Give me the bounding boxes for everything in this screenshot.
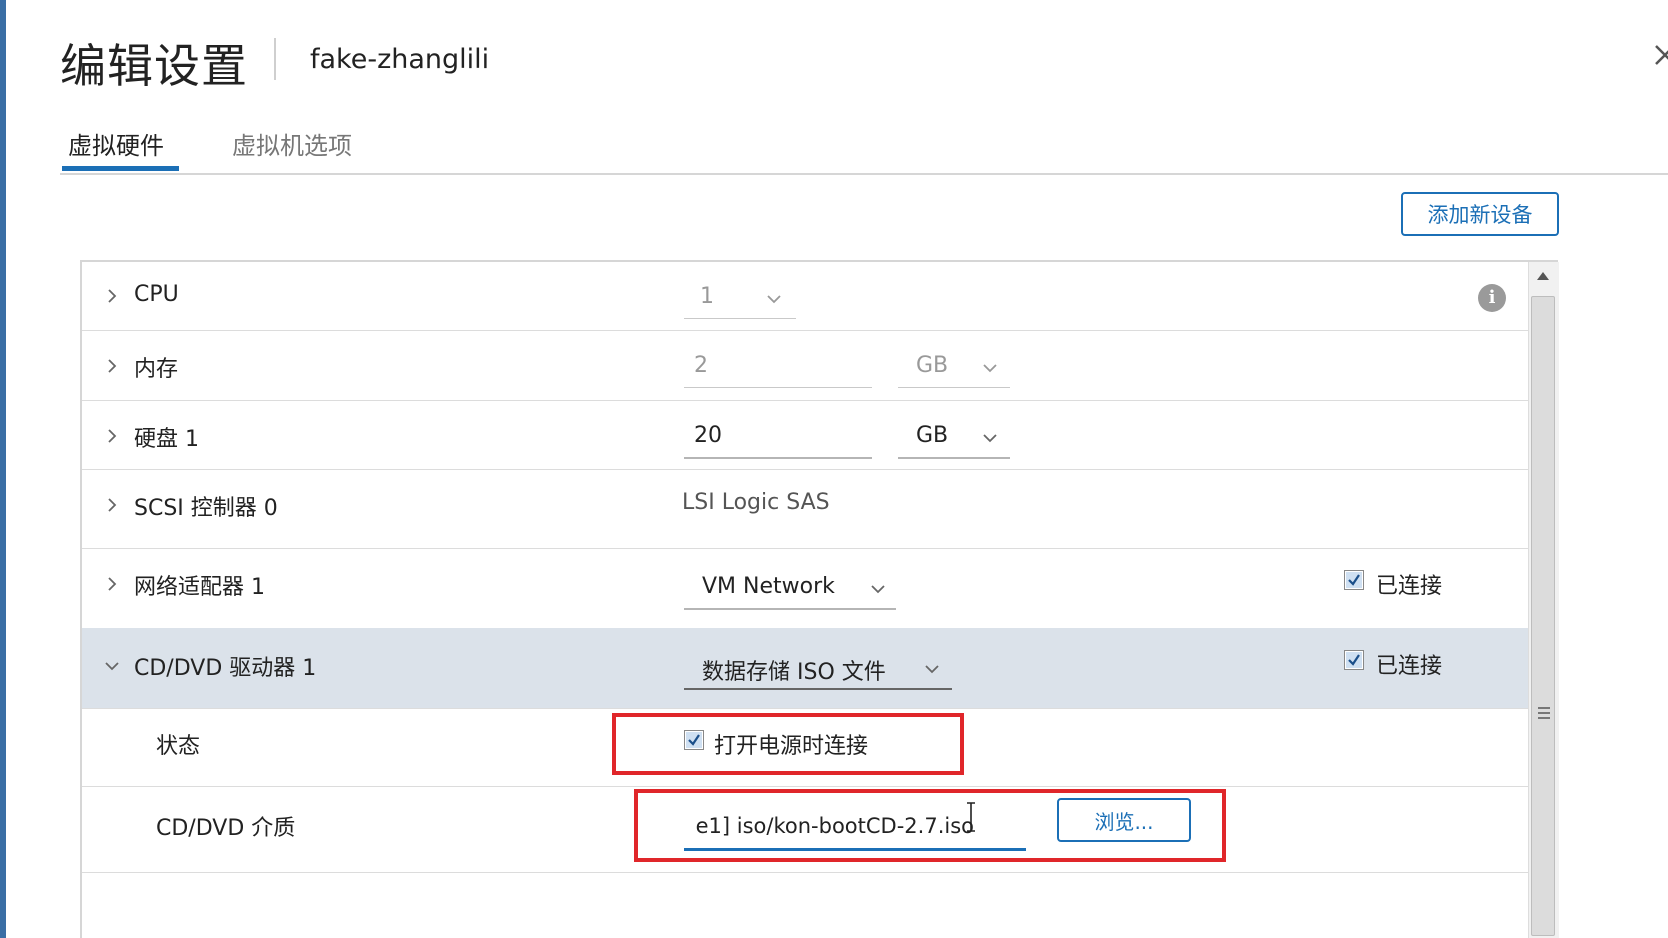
chevron-right-icon[interactable]	[104, 358, 120, 374]
chevron-down-icon	[983, 434, 997, 443]
hardware-row-memory: 内存 2 GB	[82, 330, 1530, 401]
hardware-row-network: 网络适配器 1 VM Network 已连接	[82, 548, 1530, 629]
memory-input[interactable]: 2	[684, 351, 872, 388]
chevron-down-icon	[925, 665, 939, 674]
memory-value: 2	[694, 353, 708, 378]
check-icon	[1346, 652, 1362, 668]
chevron-down-icon	[983, 364, 997, 373]
dialog-title: 编辑设置	[60, 39, 248, 93]
memory-unit: GB	[916, 353, 949, 378]
info-icon[interactable]: i	[1478, 284, 1506, 312]
vm-name: fake-zhanglili	[310, 44, 490, 75]
cddvd-connected-label: 已连接	[1376, 654, 1443, 679]
chevron-right-icon[interactable]	[104, 576, 120, 592]
title-separator	[274, 38, 276, 80]
cddvd-connected-checkbox[interactable]	[1344, 650, 1364, 670]
disk-label: 硬盘 1	[134, 427, 199, 452]
cpu-label: CPU	[134, 282, 179, 307]
disk-size-value: 20	[694, 423, 722, 448]
highlight-box-media	[634, 789, 1226, 862]
disk-size-input[interactable]: 20	[684, 421, 872, 459]
scrollbar-thumb[interactable]	[1531, 296, 1555, 936]
disk-unit-select[interactable]: GB	[898, 421, 1010, 459]
chevron-right-icon[interactable]	[104, 428, 120, 444]
hardware-row-scsi: SCSI 控制器 0 LSI Logic SAS	[82, 469, 1530, 549]
status-label: 状态	[156, 734, 201, 759]
network-connected-checkbox[interactable]	[1344, 570, 1364, 590]
cpu-value: 1	[700, 284, 714, 309]
vertical-scrollbar[interactable]	[1528, 262, 1559, 938]
cddvd-label: CD/DVD 驱动器 1	[134, 656, 317, 681]
network-select[interactable]: VM Network	[684, 572, 896, 610]
grip-line	[1538, 707, 1550, 709]
network-value: VM Network	[702, 574, 835, 599]
memory-unit-select[interactable]: GB	[898, 351, 1010, 388]
scsi-value: LSI Logic SAS	[682, 490, 830, 515]
check-icon	[1346, 572, 1362, 588]
tab-bar: 虚拟硬件 虚拟机选项	[60, 120, 1668, 175]
grip-line	[1538, 712, 1550, 714]
add-new-device-button[interactable]: 添加新设备	[1401, 192, 1559, 236]
hardware-row-disk: 硬盘 1 20 GB	[82, 400, 1530, 470]
chevron-right-icon[interactable]	[104, 497, 120, 513]
chevron-down-icon[interactable]	[104, 658, 120, 674]
cddvd-type-value: 数据存储 ISO 文件	[702, 660, 886, 685]
scroll-up-arrow-icon[interactable]	[1537, 272, 1549, 280]
chevron-right-icon[interactable]	[104, 288, 120, 304]
media-label: CD/DVD 介质	[156, 816, 296, 841]
active-tab-indicator	[62, 166, 179, 171]
scsi-label: SCSI 控制器 0	[134, 496, 278, 521]
highlight-box-power-on	[612, 713, 964, 775]
cddvd-type-select[interactable]: 数据存储 ISO 文件	[684, 652, 952, 690]
close-icon[interactable]	[1652, 40, 1668, 80]
disk-unit: GB	[916, 423, 949, 448]
grip-line	[1538, 717, 1550, 719]
chevron-down-icon	[767, 295, 781, 304]
chevron-down-icon	[871, 585, 885, 594]
network-label: 网络适配器 1	[134, 575, 265, 600]
memory-label: 内存	[134, 357, 179, 382]
tab-virtual-hardware[interactable]: 虚拟硬件	[68, 126, 164, 170]
tab-vm-options[interactable]: 虚拟机选项	[232, 126, 352, 170]
hardware-row-cddvd: CD/DVD 驱动器 1 数据存储 ISO 文件 已连接	[82, 628, 1530, 709]
hardware-row-cpu: CPU 1 i	[82, 262, 1530, 331]
edit-settings-dialog: 编辑设置 fake-zhanglili 虚拟硬件 虚拟机选项 添加新设备 CPU…	[6, 0, 1668, 938]
network-connected-label: 已连接	[1376, 574, 1443, 599]
cpu-select[interactable]: 1	[684, 282, 796, 319]
